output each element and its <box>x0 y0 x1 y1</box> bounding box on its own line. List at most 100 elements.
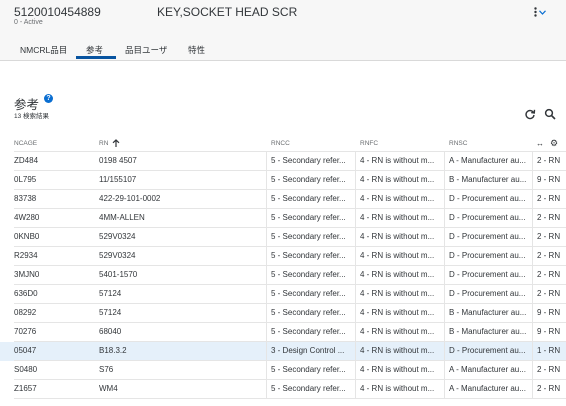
column-divider <box>355 152 356 171</box>
cell-rncc: 5 - Secondary refer... <box>271 194 346 203</box>
column-divider <box>355 304 356 323</box>
table-row[interactable]: 70276 68040 5 - Secondary refer... 4 - RN i… <box>0 323 566 342</box>
cell-ncage: Z1657 <box>14 384 37 393</box>
cell-ncage: 83738 <box>14 194 37 203</box>
cell-ncage: 0KNB0 <box>14 232 40 241</box>
column-divider <box>444 171 445 190</box>
cell-rnfc: 4 - RN is without m... <box>360 346 435 355</box>
cell-rncc: 5 - Secondary refer... <box>271 175 346 184</box>
cell-ncage: 3MJN0 <box>14 270 40 279</box>
search-icon[interactable] <box>544 108 556 120</box>
column-divider <box>532 342 533 361</box>
column-divider <box>444 209 445 228</box>
cell-rn: S76 <box>99 365 114 374</box>
more-vertical-icon <box>534 7 537 17</box>
cell-rnsc: A - Manufacturer au... <box>449 384 526 393</box>
table-row[interactable]: Z1657 WM4 5 - Secondary refer... 4 - RN is … <box>0 380 566 399</box>
column-divider <box>266 209 267 228</box>
cell-rnsc: D - Procurement au... <box>449 346 526 355</box>
tab-nmcrl-item[interactable]: NMCRL品目 <box>20 44 67 56</box>
column-divider <box>355 190 356 209</box>
settings-icon[interactable]: ⚙ <box>550 138 558 149</box>
cell-rnsc: B - Manufacturer au... <box>449 175 527 184</box>
column-divider <box>532 285 533 304</box>
table-row[interactable]: 0L795 11/155107 5 - Secondary refer... 4 - … <box>0 171 566 190</box>
column-divider <box>444 228 445 247</box>
column-divider <box>532 266 533 285</box>
cell-rnsc: A - Manufacturer au... <box>449 365 526 374</box>
column-divider <box>355 228 356 247</box>
col-header-ncage[interactable]: NCAGE <box>14 140 37 147</box>
column-divider <box>532 209 533 228</box>
cell-rnfc: 4 - RN is without m... <box>360 232 435 241</box>
cell-rnfc: 4 - RN is without m... <box>360 384 435 393</box>
tab-reference[interactable]: 参考 <box>86 44 103 56</box>
cell-rnfc: 4 - RN is without m... <box>360 270 435 279</box>
cell-rn: 4MM-ALLEN <box>99 213 145 222</box>
col-header-rnsc[interactable]: RNSC <box>449 140 467 147</box>
cell-rn: B18.3.2 <box>99 346 127 355</box>
column-divider <box>444 304 445 323</box>
cell-extra: 2 - RN <box>537 156 561 165</box>
table-row[interactable]: 4W280 4MM-ALLEN 5 - Secondary refer... 4 - … <box>0 209 566 228</box>
col-header-rnfc[interactable]: RNFC <box>360 140 378 147</box>
cell-rnfc: 4 - RN is without m... <box>360 251 435 260</box>
cell-rncc: 5 - Secondary refer... <box>271 251 346 260</box>
cell-rnfc: 4 - RN is without m... <box>360 175 435 184</box>
cell-rn: 11/155107 <box>99 175 137 184</box>
column-divider <box>444 285 445 304</box>
table-row[interactable]: ZD484 0198 4507 5 - Secondary refer... 4 - … <box>0 152 566 171</box>
cell-ncage: 636D0 <box>14 289 38 298</box>
cell-rnsc: B - Manufacturer au... <box>449 327 527 336</box>
cell-rnsc: B - Manufacturer au... <box>449 308 527 317</box>
column-divider <box>266 304 267 323</box>
object-title: KEY,SOCKET HEAD SCR <box>157 5 298 19</box>
column-divider <box>266 380 267 399</box>
help-icon[interactable]: ? <box>44 94 53 103</box>
col-header-rn[interactable]: RN <box>99 140 108 147</box>
column-resize-icon[interactable]: ↔ <box>536 139 544 148</box>
cell-ncage: 05047 <box>14 346 37 355</box>
tab-item-user[interactable]: 品目ユーザ <box>125 44 167 56</box>
cell-extra: 2 - RN <box>537 384 561 393</box>
cell-rn: 57124 <box>99 308 122 317</box>
cell-rn: 68040 <box>99 327 122 336</box>
column-divider <box>444 323 445 342</box>
column-divider <box>355 361 356 380</box>
table-row[interactable]: 3MJN0 5401-1570 5 - Secondary refer... 4 - … <box>0 266 566 285</box>
column-divider <box>532 228 533 247</box>
column-divider <box>444 342 445 361</box>
table-row[interactable]: 83738 422-29-101-0002 5 - Secondary refer.… <box>0 190 566 209</box>
cell-rncc: 3 - Design Control ... <box>271 346 345 355</box>
cell-rnsc: D - Procurement au... <box>449 251 526 260</box>
cell-extra: 2 - RN <box>537 270 561 279</box>
cell-rnsc: A - Manufacturer au... <box>449 156 526 165</box>
column-divider <box>266 361 267 380</box>
cell-rnfc: 4 - RN is without m... <box>360 156 435 165</box>
column-divider <box>532 152 533 171</box>
column-divider <box>355 266 356 285</box>
column-divider <box>444 361 445 380</box>
cell-extra: 1 - RN <box>537 346 561 355</box>
sort-ascending-icon[interactable] <box>112 139 120 148</box>
column-divider <box>532 380 533 399</box>
refresh-icon[interactable] <box>524 108 536 120</box>
column-divider <box>444 380 445 399</box>
cell-rncc: 5 - Secondary refer... <box>271 232 346 241</box>
active-tab-indicator <box>76 56 116 59</box>
more-actions-button[interactable] <box>528 4 552 20</box>
table-row[interactable]: 0KNB0 529V0324 5 - Secondary refer... 4 - R… <box>0 228 566 247</box>
column-divider <box>444 266 445 285</box>
column-divider <box>444 190 445 209</box>
table-row[interactable]: 636D0 57124 5 - Secondary refer... 4 - RN i… <box>0 285 566 304</box>
table-row[interactable]: R2934 529V0324 5 - Secondary refer... 4 - R… <box>0 247 566 266</box>
col-header-rncc[interactable]: RNCC <box>271 140 290 147</box>
column-divider <box>266 190 267 209</box>
table-row[interactable]: S0480 S76 5 - Secondary refer... 4 - RN is … <box>0 361 566 380</box>
tab-characteristics[interactable]: 特性 <box>188 44 205 56</box>
cell-ncage: 08292 <box>14 308 37 317</box>
column-divider <box>355 171 356 190</box>
table-row[interactable]: 05047 B18.3.2 3 - Design Control ... 4 - RN… <box>0 342 566 361</box>
column-divider <box>266 285 267 304</box>
table-row[interactable]: 08292 57124 5 - Secondary refer... 4 - RN i… <box>0 304 566 323</box>
